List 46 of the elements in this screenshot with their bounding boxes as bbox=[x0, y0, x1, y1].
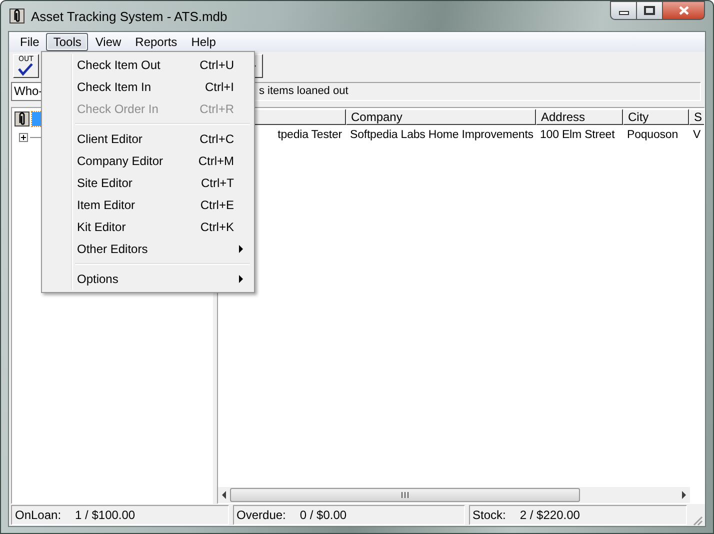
scroll-right-icon[interactable] bbox=[680, 490, 688, 500]
check-mark-icon bbox=[18, 63, 34, 76]
submenu-arrow-icon bbox=[239, 245, 243, 253]
column-header[interactable]: Company bbox=[346, 109, 536, 125]
submenu-arrow-icon bbox=[239, 275, 243, 283]
column-header[interactable]: Address bbox=[536, 109, 623, 125]
menu-item[interactable]: Item Editor Ctrl+E bbox=[44, 194, 252, 216]
resize-grip-icon[interactable] bbox=[691, 514, 703, 526]
close-button[interactable] bbox=[662, 1, 705, 20]
app-icon bbox=[9, 8, 25, 24]
window-title: Asset Tracking System - ATS.mdb bbox=[31, 8, 228, 24]
menu-item[interactable]: Site Editor Ctrl+T bbox=[44, 172, 252, 194]
menu-item[interactable]: Check Item Out Ctrl+U bbox=[44, 54, 252, 76]
maximize-button[interactable] bbox=[636, 1, 662, 20]
menu-item[interactable]: Help bbox=[184, 33, 223, 51]
expand-icon[interactable] bbox=[19, 132, 28, 142]
table-cell: Poquoson bbox=[627, 129, 678, 141]
status-value: 0 / $0.00 bbox=[300, 508, 347, 522]
table-cell: 100 Elm Street bbox=[540, 129, 615, 141]
scroll-left-icon[interactable] bbox=[220, 490, 228, 500]
view-description: s items loaned out bbox=[259, 85, 348, 97]
table-cell: tpedia Tester bbox=[278, 129, 342, 141]
menu-item[interactable]: Options bbox=[44, 268, 252, 290]
close-icon bbox=[678, 6, 690, 15]
menu-item[interactable]: Reports bbox=[128, 33, 184, 51]
minimize-button[interactable] bbox=[610, 1, 636, 20]
tree-root-icon bbox=[14, 111, 30, 127]
menu-item[interactable]: Kit Editor Ctrl+K bbox=[44, 216, 252, 238]
menu-item[interactable]: Check Item In Ctrl+I bbox=[44, 76, 252, 98]
scrollbar-thumb[interactable] bbox=[230, 488, 580, 502]
column-header[interactable]: S bbox=[689, 109, 704, 125]
menu-item[interactable]: File bbox=[13, 33, 46, 51]
status-value: 2 / $220.00 bbox=[520, 508, 580, 522]
status-value: 1 / $100.00 bbox=[75, 508, 136, 522]
status-label: OnLoan: bbox=[15, 508, 62, 522]
table-cell: V bbox=[693, 129, 701, 141]
status-label: Overdue: bbox=[236, 508, 286, 522]
menu-item[interactable]: Other Editors bbox=[44, 238, 252, 260]
table-cell: Softpedia Labs Home Improvements bbox=[350, 129, 534, 141]
maximize-icon bbox=[644, 6, 655, 15]
column-header[interactable]: City bbox=[623, 109, 689, 125]
menu-item[interactable]: Client Editor Ctrl+C bbox=[44, 128, 252, 150]
status-label: Stock: bbox=[472, 508, 506, 522]
menu-item[interactable]: Company Editor Ctrl+M bbox=[44, 150, 252, 172]
menu-item[interactable]: Tools bbox=[46, 33, 88, 51]
menu-item[interactable]: View bbox=[88, 33, 128, 51]
